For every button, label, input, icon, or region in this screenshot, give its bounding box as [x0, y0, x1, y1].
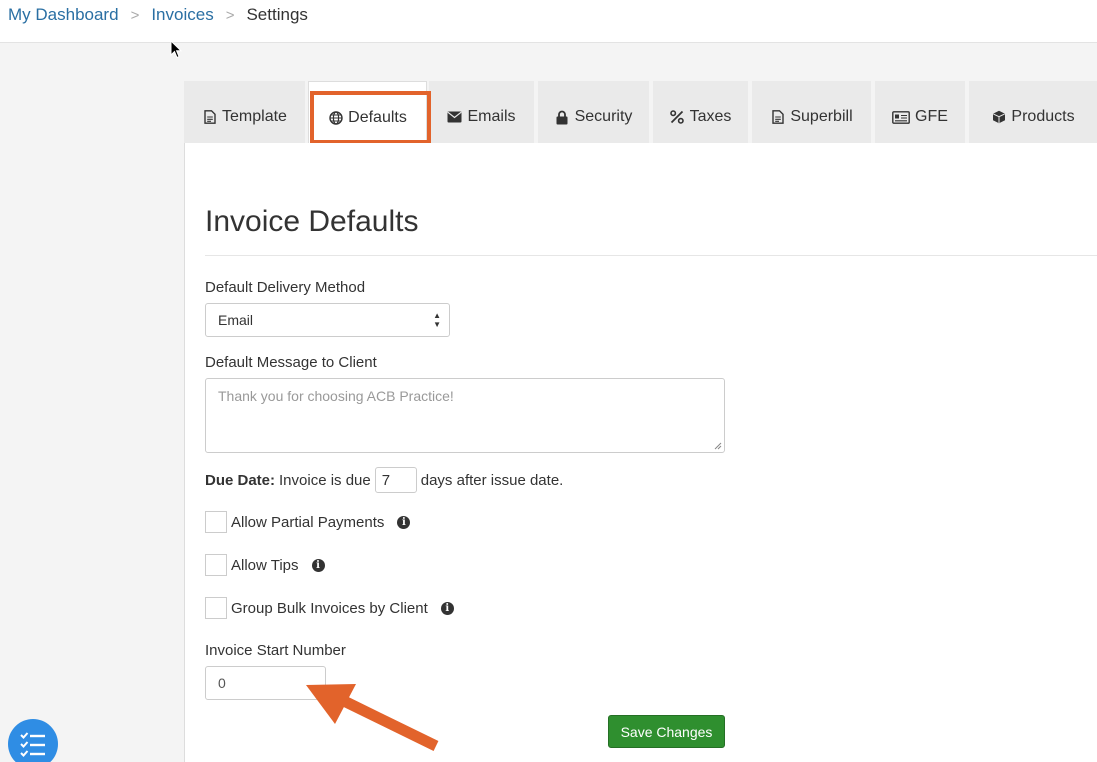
tab-label: Taxes	[689, 108, 732, 125]
default-message-placeholder: Thank you for choosing ACB Practice!	[218, 388, 454, 404]
allow-partial-payments-checkbox[interactable]	[205, 511, 227, 533]
resize-grip-icon[interactable]	[714, 442, 722, 450]
file-icon	[770, 109, 785, 125]
info-icon[interactable]: i	[311, 558, 325, 572]
tab-label: Template	[222, 108, 287, 125]
tab-defaults[interactable]: Defaults	[308, 81, 427, 143]
breadcrumb: My Dashboard > Invoices > Settings	[8, 5, 308, 25]
checklist-icon	[20, 732, 45, 757]
due-date-prefix: Invoice is due	[279, 471, 371, 489]
select-arrows-icon: ▲ ▼	[433, 311, 441, 329]
tab-label: GFE	[915, 108, 948, 125]
tab-security[interactable]: Security	[538, 81, 651, 143]
percent-icon	[670, 109, 685, 125]
annotation-arrow-icon	[306, 684, 439, 751]
tab-emails[interactable]: Emails	[429, 81, 536, 143]
tab-label: Security	[574, 108, 633, 125]
tab-superbill[interactable]: Superbill	[752, 81, 873, 143]
invoice-start-number-label: Invoice Start Number	[205, 642, 346, 659]
tab-gfe[interactable]: GFE	[875, 81, 967, 143]
default-message-label: Default Message to Client	[205, 354, 377, 371]
due-date-row: Due Date: Invoice is due 7 days after is…	[205, 467, 563, 493]
due-date-suffix: days after issue date.	[420, 471, 564, 489]
tab-label: Defaults	[348, 108, 407, 126]
page-title: Invoice Defaults	[205, 205, 419, 238]
default-message-textarea[interactable]: Thank you for choosing ACB Practice!	[205, 378, 725, 453]
mouse-cursor-icon	[170, 40, 182, 59]
tab-label: Superbill	[790, 108, 853, 125]
checkbox-label: Group Bulk Invoices by Client	[231, 599, 428, 617]
delivery-method-select[interactable]: Email ▲ ▼	[205, 303, 450, 337]
info-icon[interactable]: i	[397, 515, 411, 529]
cube-icon	[991, 109, 1006, 125]
top-bar: My Dashboard > Invoices > Settings	[0, 0, 1097, 43]
breadcrumb-current: Settings	[246, 5, 308, 24]
group-bulk-invoices-row: Group Bulk Invoices by Client i	[205, 597, 454, 619]
tab-label: Emails	[467, 108, 516, 125]
info-icon[interactable]: i	[440, 601, 454, 615]
divider	[205, 255, 1097, 256]
allow-tips-row: Allow Tips i	[205, 554, 325, 576]
allow-tips-checkbox[interactable]	[205, 554, 227, 576]
save-changes-button[interactable]: Save Changes	[608, 715, 725, 748]
breadcrumb-separator: >	[225, 6, 235, 24]
id-card-icon	[892, 109, 910, 125]
delivery-method-label: Default Delivery Method	[205, 279, 366, 296]
breadcrumb-invoices[interactable]: Invoices	[151, 5, 213, 25]
settings-tabs: Template Defaults Emails Security Taxes …	[184, 81, 1097, 143]
checkbox-label: Allow Partial Payments	[231, 513, 385, 531]
file-icon	[202, 109, 217, 125]
breadcrumb-separator: >	[130, 6, 140, 24]
tab-label: Products	[1011, 108, 1075, 125]
globe-icon	[328, 110, 343, 126]
settings-panel: Invoice Defaults Default Delivery Method…	[184, 143, 1097, 762]
delivery-method-value: Email	[218, 312, 254, 328]
envelope-icon	[447, 109, 463, 125]
tab-products[interactable]: Products	[969, 81, 1097, 143]
tab-taxes[interactable]: Taxes	[653, 81, 750, 143]
breadcrumb-my-dashboard[interactable]: My Dashboard	[8, 5, 119, 25]
checkbox-label: Allow Tips	[231, 556, 299, 574]
allow-partial-payments-row: Allow Partial Payments i	[205, 511, 411, 533]
tab-template[interactable]: Template	[184, 81, 307, 143]
due-days-input[interactable]: 7	[374, 467, 417, 493]
due-date-label: Due Date:	[205, 471, 276, 489]
checklist-fab-button[interactable]	[8, 719, 58, 762]
group-bulk-invoices-checkbox[interactable]	[205, 597, 227, 619]
lock-icon	[555, 109, 570, 125]
